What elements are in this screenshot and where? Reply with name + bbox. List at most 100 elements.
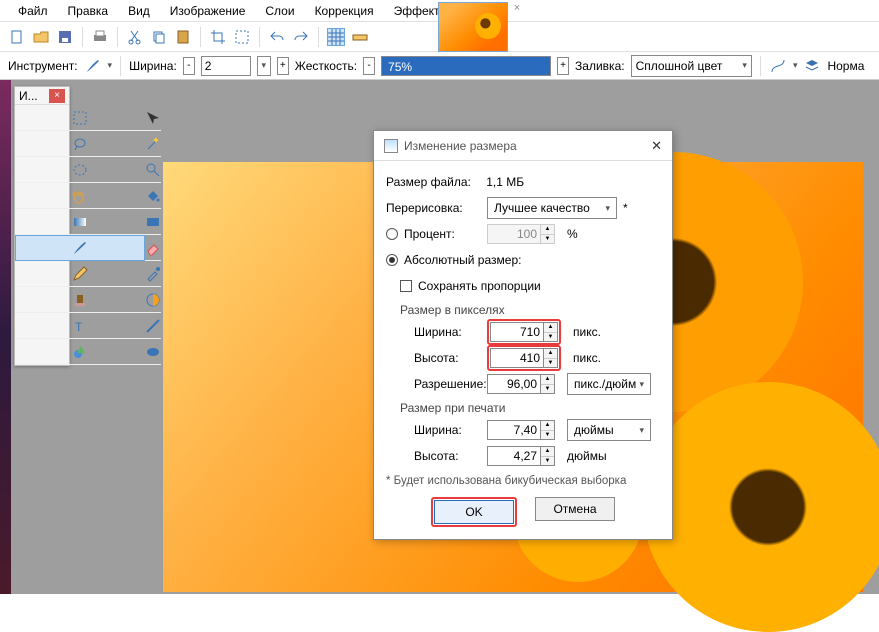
- hardness-slider[interactable]: 75%: [381, 56, 551, 76]
- dialog-close-button[interactable]: ✕: [651, 138, 662, 154]
- hardness-label: Жесткость:: [295, 59, 357, 73]
- tool-shapes[interactable]: [15, 339, 145, 365]
- new-file-icon[interactable]: [8, 28, 26, 46]
- tool-zoom[interactable]: [145, 157, 161, 183]
- paste-icon[interactable]: [174, 28, 192, 46]
- workspace: И... × T: [0, 80, 879, 594]
- print-icon[interactable]: [91, 28, 109, 46]
- width-dropdown-icon[interactable]: ▾: [257, 56, 271, 76]
- tool-clone[interactable]: [15, 287, 145, 313]
- height-label: Высота:: [414, 351, 481, 365]
- open-file-icon[interactable]: [32, 28, 50, 46]
- print-width-input[interactable]: ▲▼: [487, 420, 555, 440]
- tool-pan[interactable]: [15, 183, 145, 209]
- aspect-checkbox[interactable]: [400, 280, 412, 292]
- absolute-radio[interactable]: [386, 254, 398, 266]
- cancel-button[interactable]: Отмена: [535, 497, 615, 521]
- pixel-size-section: Размер в пикселях: [386, 303, 660, 317]
- tool-paintbrush[interactable]: [15, 235, 145, 261]
- document-thumbnail[interactable]: [438, 2, 508, 52]
- undo-icon[interactable]: [268, 28, 286, 46]
- tool-move[interactable]: [145, 105, 161, 131]
- tool-lasso[interactable]: [15, 131, 145, 157]
- menu-layers[interactable]: Слои: [255, 1, 304, 21]
- menu-view[interactable]: Вид: [118, 1, 160, 21]
- tool-pencil[interactable]: [15, 261, 145, 287]
- curve-dropdown-icon[interactable]: ▾: [793, 60, 798, 71]
- save-icon[interactable]: [56, 28, 74, 46]
- tool-text[interactable]: T: [15, 313, 145, 339]
- fill-select[interactable]: Сплошной цвет: [631, 55, 752, 77]
- resampling-note: * Будет использована бикубическая выборк…: [386, 475, 660, 487]
- print-height-label: Высота:: [414, 449, 481, 463]
- filesize-label: Размер файла:: [386, 175, 471, 189]
- resolution-unit-select[interactable]: пикс./дюйм▾: [567, 373, 651, 395]
- pixel-height-input[interactable]: ▲▼: [490, 348, 558, 368]
- cut-icon[interactable]: [126, 28, 144, 46]
- ok-button[interactable]: OK: [434, 500, 514, 524]
- tool-eyedropper[interactable]: [145, 261, 161, 287]
- hardness-decrease-icon[interactable]: -: [363, 57, 375, 75]
- tool-eraser[interactable]: [145, 235, 161, 261]
- deselect-icon[interactable]: [233, 28, 251, 46]
- hardness-increase-icon[interactable]: +: [557, 57, 569, 75]
- percent-label: Процент:: [404, 227, 481, 241]
- print-unit: дюймы: [567, 449, 607, 463]
- menu-adjust[interactable]: Коррекция: [305, 1, 384, 21]
- copy-icon[interactable]: [150, 28, 168, 46]
- tool-ellipse-select[interactable]: [15, 157, 145, 183]
- tool-ellipse[interactable]: [145, 339, 161, 365]
- tool-bucket[interactable]: [145, 183, 161, 209]
- px-unit2: пикс.: [573, 351, 601, 365]
- resolution-input[interactable]: ▲▼: [487, 374, 555, 394]
- width-decrease-icon[interactable]: -: [183, 57, 195, 75]
- width-increase-icon[interactable]: +: [277, 57, 289, 75]
- tool-line[interactable]: [145, 313, 161, 339]
- thumbnail-close-icon[interactable]: ×: [510, 2, 524, 16]
- curve-icon[interactable]: [769, 57, 787, 75]
- pixel-width-input[interactable]: ▲▼: [490, 322, 558, 342]
- tool-gradient[interactable]: [15, 209, 145, 235]
- tool-rectangle[interactable]: [145, 209, 161, 235]
- redo-icon[interactable]: [292, 28, 310, 46]
- crop-icon[interactable]: [209, 28, 227, 46]
- percent-unit: %: [567, 227, 578, 241]
- tool-dropdown-icon[interactable]: ▾: [108, 60, 113, 71]
- layers-icon[interactable]: [803, 57, 821, 75]
- ruler-icon[interactable]: [351, 28, 369, 46]
- menu-image[interactable]: Изображение: [160, 1, 256, 21]
- brush-width-input[interactable]: [201, 56, 251, 76]
- width-label: Ширина:: [129, 59, 177, 73]
- options-bar: Инструмент: ▾ Ширина: - ▾ + Жесткость: -…: [0, 52, 879, 80]
- percent-radio[interactable]: [386, 228, 398, 240]
- px-unit: пикс.: [573, 325, 601, 339]
- fill-label: Заливка:: [575, 59, 625, 73]
- dialog-title: Изменение размера: [404, 139, 517, 153]
- menu-edit[interactable]: Правка: [58, 1, 119, 21]
- grid-icon[interactable]: [327, 28, 345, 46]
- menu-file[interactable]: Файл: [8, 1, 58, 21]
- tool-label: Инструмент:: [8, 59, 78, 73]
- resampling-select[interactable]: Лучшее качество▾: [487, 197, 617, 219]
- asterisk: *: [623, 201, 628, 215]
- print-size-section: Размер при печати: [386, 401, 660, 415]
- dialog-icon: [384, 139, 398, 153]
- brush-tool-icon[interactable]: [84, 57, 102, 75]
- width-label: Ширина:: [414, 325, 481, 339]
- filesize-value: 1,1 МБ: [486, 175, 524, 189]
- tool-recolor[interactable]: [145, 287, 161, 313]
- toolbox-close-button[interactable]: ×: [49, 89, 65, 103]
- toolbox-panel: И... × T: [14, 86, 70, 366]
- aspect-label: Сохранять пропорции: [418, 279, 541, 293]
- resize-dialog: Изменение размера ✕ Размер файла: 1,1 МБ…: [373, 130, 673, 540]
- print-width-unit-select[interactable]: дюймы▾: [567, 419, 651, 441]
- toolbox-title: И...: [19, 89, 38, 103]
- resolution-label: Разрешение:: [414, 377, 481, 391]
- tool-magic-wand[interactable]: [145, 131, 161, 157]
- left-decorative-strip: [0, 80, 11, 594]
- tool-rect-select[interactable]: [15, 105, 145, 131]
- print-height-input[interactable]: ▲▼: [487, 446, 555, 466]
- blend-mode-label: Норма: [827, 59, 864, 73]
- percent-input: ▲▼: [487, 224, 555, 244]
- print-width-label: Ширина:: [414, 423, 481, 437]
